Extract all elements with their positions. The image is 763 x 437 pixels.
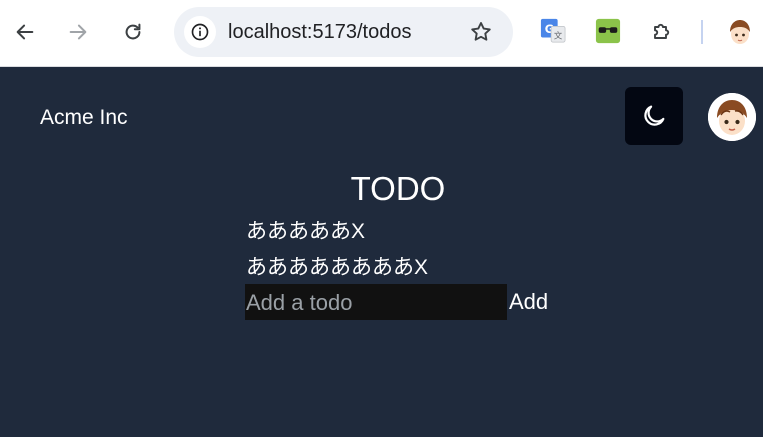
glasses-extension-button[interactable] [593,16,623,46]
user-avatar[interactable] [708,93,756,141]
page-title: TODO [350,170,446,207]
todo-text: ああああああああ [246,256,414,279]
user-avatar-icon [708,93,756,141]
address-bar[interactable]: localhost:5173/todos [174,7,513,57]
forward-arrow-icon [69,24,87,40]
google-translate-icon: G 文 [540,18,566,43]
translate-extension-button[interactable]: G 文 [538,16,568,46]
todo-input[interactable] [245,284,507,320]
site-info-icon [191,23,209,41]
toolbar-divider [701,20,703,44]
reload-button[interactable] [115,14,151,50]
todo-app: Acme Inc TODO あああああX ああああああああX Add [0,67,763,437]
back-arrow-icon [16,24,34,40]
delete-todo-button[interactable]: X [414,256,428,279]
brand-name[interactable]: Acme Inc [40,105,128,131]
profile-avatar[interactable] [725,17,755,47]
browser-toolbar: localhost:5173/todos G 文 [0,0,763,67]
add-todo-form: Add [245,284,550,320]
glasses-extension-icon [595,18,621,44]
todo-item: あああああX [246,217,428,253]
reload-icon [125,23,141,40]
url-text[interactable]: localhost:5173/todos [228,20,411,44]
add-todo-button[interactable]: Add [507,284,550,320]
forward-button[interactable] [60,14,96,50]
svg-text:文: 文 [554,30,563,40]
theme-toggle-button[interactable] [625,87,683,145]
todo-text: あああああ [246,220,351,243]
profile-avatar-icon [725,17,755,47]
todo-list: あああああX ああああああああX [246,217,428,289]
delete-todo-button[interactable]: X [351,220,365,243]
moon-icon [644,105,665,126]
star-icon[interactable] [469,20,493,44]
back-button[interactable] [7,14,43,50]
puzzle-icon [654,23,670,39]
extensions-button[interactable] [647,16,677,46]
site-info-button[interactable] [184,16,216,48]
